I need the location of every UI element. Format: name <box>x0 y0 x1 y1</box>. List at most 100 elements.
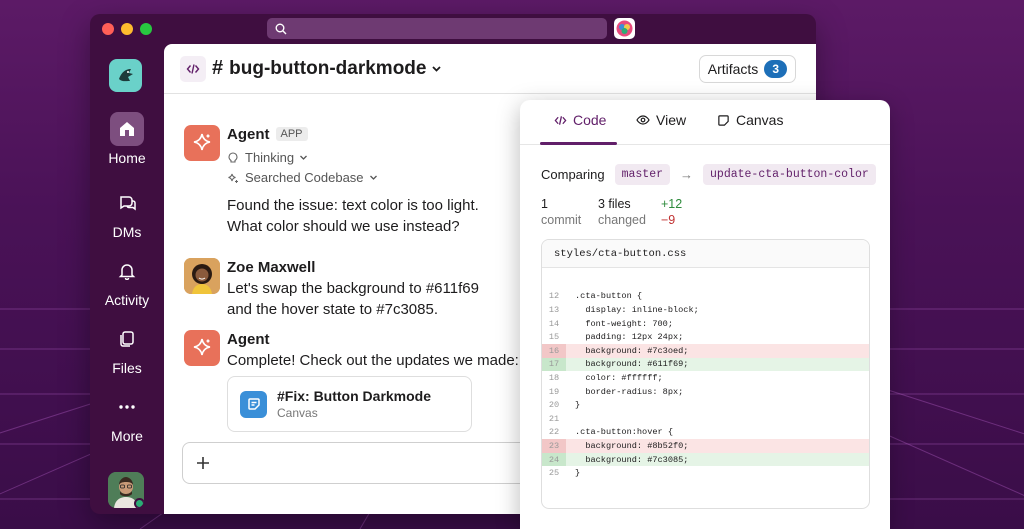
tab-canvas[interactable]: Canvas <box>717 112 783 128</box>
comparing-label: Comparing <box>541 167 605 182</box>
more-icon <box>110 390 144 424</box>
lines-added: +12 <box>661 197 683 211</box>
diff-line: 15 padding: 12px 24px; <box>542 330 869 344</box>
thinking-step[interactable]: Thinking <box>227 150 547 165</box>
message-author[interactable]: Zoe Maxwell <box>227 258 315 278</box>
bell-icon <box>110 254 144 288</box>
message-composer[interactable] <box>182 442 542 484</box>
message-author[interactable]: Agent <box>227 330 270 350</box>
arrow-right-icon: → <box>680 167 694 182</box>
artifacts-count-badge: 3 <box>764 60 787 78</box>
canvas-attachment-card[interactable]: #Fix: Button Darkmode Canvas <box>227 376 472 432</box>
line-number: 21 <box>548 413 560 424</box>
line-number: 15 <box>548 332 560 343</box>
panel-tabs: Code View Canvas <box>520 100 890 145</box>
message-line: Let's swap the background to #611f69 <box>227 280 479 297</box>
diff-line: 21 <box>542 412 869 426</box>
tab-view[interactable]: View <box>636 112 686 128</box>
line-changes: +12 −9 <box>661 196 731 228</box>
line-number: 18 <box>548 372 560 383</box>
sidebar-rail: Home DMs Activity Files More <box>90 44 164 514</box>
chevron-down-icon[interactable] <box>431 63 442 74</box>
canvas-icon <box>718 114 729 126</box>
chevron-down-icon <box>369 175 377 180</box>
chevron-down-icon <box>300 155 308 160</box>
active-tab-indicator <box>540 142 617 145</box>
diff-line: 22 .cta-button:hover { <box>542 426 869 440</box>
user-avatar[interactable] <box>108 472 144 508</box>
zoom-window-button[interactable] <box>140 23 152 35</box>
sidebar-item-home[interactable]: Home <box>90 112 164 166</box>
line-number <box>542 276 566 290</box>
message-author[interactable]: Agent <box>227 125 270 145</box>
message-text: Complete! Check out the updates we made: <box>227 352 519 369</box>
artifacts-button[interactable]: Artifacts 3 <box>698 55 796 83</box>
channel-name[interactable]: bug-button-darkmode <box>229 58 426 80</box>
line-code: display: inline-block; <box>575 304 699 315</box>
diff-line: 20} <box>542 398 869 412</box>
agent-avatar[interactable] <box>184 125 220 161</box>
message-line: Found the issue: text color is too light… <box>227 197 479 214</box>
canvas-subtitle: Canvas <box>277 406 318 420</box>
tab-label: View <box>656 112 687 128</box>
diff-line: 12 .cta-button { <box>542 290 869 304</box>
sidebar-item-label: DMs <box>112 224 142 240</box>
agent-avatar[interactable] <box>184 330 220 366</box>
sparkles-icon <box>228 173 238 183</box>
diff-line <box>542 276 869 290</box>
workspace-avatar[interactable] <box>614 18 635 39</box>
diff-line-removed: 23 background: #8b52f0; <box>542 439 869 453</box>
tab-label: Code <box>573 112 607 128</box>
diff-line-removed: 16 background: #7c3oed; <box>542 343 869 358</box>
diff-lines: 12 .cta-button {13 display: inline-block;… <box>542 276 869 480</box>
lines-removed: −9 <box>661 213 676 227</box>
minimize-window-button[interactable] <box>121 23 133 35</box>
message-text: Found the issue: text color is too light… <box>227 195 547 237</box>
line-number: 20 <box>548 400 560 411</box>
plus-icon[interactable] <box>195 455 211 471</box>
line-code: background: #611f69; <box>575 359 689 370</box>
close-window-button[interactable] <box>102 23 114 35</box>
message-line: and the hover state to #7c3085. <box>227 301 438 318</box>
workspace-logo[interactable] <box>109 59 142 92</box>
head-branch[interactable]: update-cta-button-color <box>703 164 876 185</box>
tab-code[interactable]: Code <box>554 112 606 128</box>
diff-line: 18 color: #ffffff; <box>542 371 869 385</box>
line-number: 16 <box>542 343 566 358</box>
files-changed: 3 files changed <box>598 196 668 228</box>
search-input[interactable] <box>267 18 607 39</box>
sidebar-item-activity[interactable]: Activity <box>90 254 164 308</box>
branch-comparison: Comparing master → update-cta-button-col… <box>541 164 876 185</box>
sparkle-icon <box>193 338 211 356</box>
dms-icon <box>110 186 144 220</box>
message-line: What color should we use instead? <box>227 218 460 235</box>
base-branch[interactable]: master <box>614 164 671 185</box>
file-name[interactable]: styles/cta-button.css <box>542 240 869 268</box>
diff-line: 13 display: inline-block; <box>542 303 869 317</box>
diff-line-added: 24 background: #7c3085; <box>542 452 869 467</box>
tab-label: Canvas <box>736 112 784 128</box>
diff-line: 14 font-weight: 700; <box>542 317 869 331</box>
zoe-avatar[interactable] <box>184 258 220 294</box>
channel-header: # bug-button-darkmode Artifacts 3 <box>164 44 816 94</box>
line-number: 12 <box>548 291 560 302</box>
home-icon <box>110 112 144 146</box>
sidebar-item-dms[interactable]: DMs <box>90 186 164 240</box>
stat-label: changed <box>598 213 646 227</box>
code-toggle-button[interactable] <box>180 55 206 82</box>
line-number: 25 <box>548 468 560 479</box>
line-number: 24 <box>542 452 566 467</box>
step-label: Searched Codebase <box>245 170 364 185</box>
line-code: } <box>575 400 581 411</box>
searched-codebase-step[interactable]: Searched Codebase <box>227 170 547 185</box>
sidebar-item-label: Files <box>112 360 142 376</box>
sidebar-item-files[interactable]: Files <box>90 322 164 376</box>
diff-line: 19 border-radius: 8px; <box>542 385 869 399</box>
search-icon <box>275 23 287 34</box>
line-code: .cta-button { <box>575 291 643 302</box>
line-number: 19 <box>548 386 560 397</box>
artifacts-label: Artifacts <box>707 61 759 77</box>
file-diff: styles/cta-button.css 12 .cta-button {13 … <box>541 239 870 509</box>
sidebar-item-more[interactable]: More <box>90 390 164 444</box>
line-code: } <box>575 468 581 479</box>
